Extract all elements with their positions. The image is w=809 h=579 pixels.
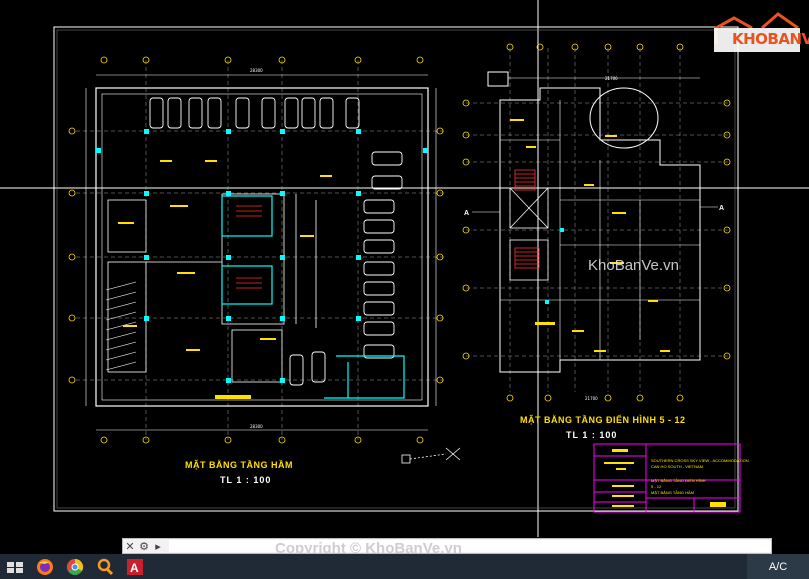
- typical-floor-plan-scale: TL 1 : 100: [566, 430, 618, 440]
- basement-plan: 28300 28300: [68, 56, 461, 464]
- search-icon[interactable]: [90, 554, 120, 579]
- command-input[interactable]: [169, 540, 771, 552]
- logo-text: KHOBANVE: [732, 30, 809, 48]
- khobanve-logo: KHOBANVE: [712, 10, 809, 56]
- layout-tab[interactable]: A/C: [747, 554, 809, 579]
- start-icon[interactable]: [0, 554, 30, 579]
- watermark-text: KhoBanVe.vn: [588, 257, 679, 274]
- svg-text:A: A: [464, 210, 469, 217]
- svg-text:A: A: [130, 561, 139, 575]
- drawing-canvas[interactable]: 28300 28300 21700 21700 A A KHOBANV MẶT …: [0, 0, 809, 537]
- cad-drawing: 28300 28300 2170021700 AA: [0, 0, 809, 537]
- chrome-icon[interactable]: [60, 554, 90, 579]
- typical-floor-plan-title: MẶT BẰNG TẦNG ĐIỂN HÌNH 5 - 12: [520, 415, 686, 425]
- title-block-text: SOUTHERN CROSS SKY VIEW - ACCOMMODATION …: [651, 458, 749, 496]
- title-block-line2: CAN HO SOUTH - VIETNAM: [651, 464, 704, 469]
- wrench-icon[interactable]: ⚙: [137, 539, 151, 553]
- autocad-icon[interactable]: A: [120, 554, 150, 579]
- svg-text:21700: 21700: [585, 396, 598, 401]
- prompt-icon[interactable]: ▸: [151, 539, 165, 553]
- svg-text:28300: 28300: [250, 424, 263, 429]
- taskbar: A A/C: [0, 554, 809, 579]
- title-block-line5: MẶT BẰNG TẦNG HẦM: [651, 490, 694, 495]
- svg-text:28300: 28300: [250, 68, 263, 73]
- close-icon[interactable]: ✕: [123, 539, 137, 553]
- firefox-icon[interactable]: [30, 554, 60, 579]
- basement-plan-title: MẶT BẰNG TẦNG HẦM: [185, 460, 293, 470]
- svg-text:21700: 21700: [605, 76, 618, 81]
- svg-text:A: A: [719, 205, 724, 212]
- basement-plan-scale: TL 1 : 100: [220, 475, 272, 485]
- typical-floor-plan: 21700 21700 A A: [462, 43, 731, 402]
